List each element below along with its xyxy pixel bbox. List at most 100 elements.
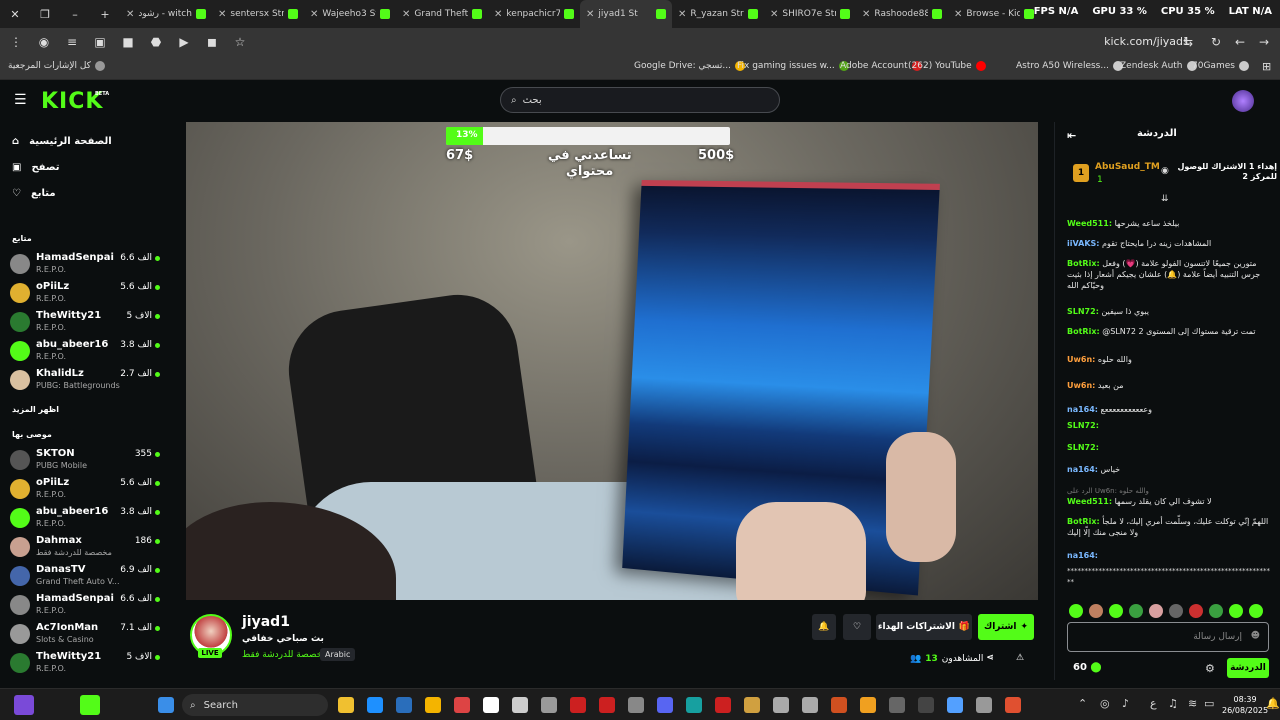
tray-arrow-icon[interactable]: ⌃ — [1078, 697, 1087, 710]
nav-heart[interactable]: ♡ متابع — [12, 188, 56, 199]
user-avatar[interactable] — [1232, 90, 1254, 112]
hamburger-menu-icon[interactable]: ☰ — [14, 92, 28, 108]
browser-tab[interactable]: ✕ Wajeeho3 St — [304, 0, 396, 28]
screenshot-icon[interactable]: ▣ — [88, 30, 112, 54]
chat-username[interactable]: Weed511 — [1067, 219, 1109, 228]
sidebar-channel[interactable]: abu_abeer16 R.E.P.O. 3.8 الف — [10, 337, 160, 365]
nav-browse[interactable]: ▣ تصفح — [12, 162, 59, 173]
emote-icon[interactable] — [1209, 604, 1223, 618]
taskbar-app-icon[interactable] — [367, 697, 383, 713]
volume-icon[interactable]: ♫ — [1168, 697, 1178, 710]
taskbar-app-icon[interactable] — [396, 697, 412, 713]
bookmark-star-icon[interactable]: ☆ — [228, 30, 252, 54]
bookmark-item[interactable]: 70Games — [1192, 61, 1249, 71]
emote-icon[interactable] — [1089, 604, 1103, 618]
browser-tab[interactable]: ✕ jiyad1 St — [580, 0, 672, 28]
share-icon[interactable]: ⋖ — [982, 650, 998, 666]
taskbar-search[interactable]: ⌕ Search — [182, 694, 328, 716]
emoji-icon[interactable]: ☻ — [1251, 631, 1260, 641]
sidebar-channel[interactable]: DanasTV Grand Theft Auto V... 6.9 الف — [10, 562, 160, 590]
taskbar-app-icon[interactable] — [454, 697, 470, 713]
tab-close-icon[interactable]: ✕ — [218, 9, 226, 20]
taskbar-app-icon[interactable] — [541, 697, 557, 713]
forward-icon[interactable]: → — [1252, 30, 1276, 54]
browser-tab[interactable]: ✕ Rashoode88 — [856, 0, 948, 28]
battery-icon[interactable]: ▭ — [1204, 697, 1214, 710]
tab-close-icon[interactable]: ✕ — [862, 9, 870, 20]
sidebar-channel[interactable]: HamadSenpai R.E.P.O. 6.6 الف — [10, 250, 160, 278]
bookmark-item[interactable]: Zendesk Auth — [1120, 61, 1197, 71]
sidebar-channel[interactable]: abu_abeer16 R.E.P.O. 3.8 الف — [10, 504, 160, 532]
sidebar-channel[interactable]: TheWitty21 R.E.P.O. 5 الاف — [10, 308, 160, 336]
tray-app-icon[interactable]: ◎ — [1100, 697, 1110, 710]
emote-icon[interactable] — [1149, 604, 1163, 618]
nav-home[interactable]: ⌂ الصفحة الرئيسية — [12, 136, 112, 147]
chat-collapse-icon[interactable]: ⇤ — [1067, 129, 1076, 142]
taskbar-app-icon[interactable] — [715, 697, 731, 713]
chat-message-input[interactable]: إرسال رسالة ☻ — [1067, 622, 1269, 652]
bookmark-item[interactable]: Google Drive: تسجي... — [634, 61, 745, 71]
tab-close-icon[interactable]: ✕ — [678, 9, 686, 20]
video-player[interactable] — [186, 122, 1038, 600]
collapse-pinned-icon[interactable]: ⇊ — [1161, 194, 1169, 204]
channel-points[interactable]: 60 ⬤ — [1073, 662, 1102, 673]
taskbar-app-icon[interactable] — [628, 697, 644, 713]
chat-username[interactable]: na164 — [1067, 465, 1095, 474]
extensions-icon[interactable]: ≡ — [60, 30, 84, 54]
bookmark-item[interactable]: Fix gaming issues w... — [737, 61, 849, 71]
sidebar-channel[interactable]: SKTON PUBG Mobile 355 — [10, 446, 160, 474]
site-settings-icon[interactable]: ⇆ — [1176, 30, 1200, 54]
chat-username[interactable]: na164 — [1067, 405, 1095, 414]
youtube-ext-icon[interactable]: ▶ — [172, 30, 196, 54]
extension-icon[interactable]: ■ — [116, 30, 140, 54]
chat-username[interactable]: Uw6n — [1067, 355, 1092, 364]
reload-icon[interactable]: ↻ — [1204, 30, 1228, 54]
wifi-icon[interactable]: ≋ — [1188, 697, 1197, 710]
bookmark-item[interactable]: كل الإشارات المرجعية — [8, 61, 105, 71]
bookmark-item[interactable]: (262) YouTube — [908, 61, 986, 71]
taskbar-app-icon[interactable] — [831, 697, 847, 713]
browser-tab[interactable]: ✕ SHIRO7e Str — [764, 0, 856, 28]
search-input[interactable]: ⌕ بحث — [500, 87, 780, 113]
taskbar-app-icon[interactable] — [918, 697, 934, 713]
leaderboard-user[interactable]: AbuSaud_TM — [1095, 162, 1160, 172]
emote-icon[interactable] — [1189, 604, 1203, 618]
notifications-icon[interactable]: 🔔 — [1266, 697, 1280, 710]
sidebar-channel[interactable]: oPiiLz R.E.P.O. 5.6 الف — [10, 475, 160, 503]
record-icon[interactable]: ◼ — [200, 30, 224, 54]
taskbar-app-icon[interactable] — [860, 697, 876, 713]
taskbar-app-icon[interactable] — [976, 697, 992, 713]
stream-category[interactable]: مخصصة للدردشة فقط — [242, 650, 327, 660]
emote-icon[interactable] — [1069, 604, 1083, 618]
window-restore-icon[interactable]: ❐ — [30, 0, 60, 28]
kick-tray-icon[interactable] — [80, 695, 100, 715]
stream-language-tag[interactable]: Arabic — [320, 648, 356, 661]
taskbar-app-icon[interactable] — [686, 697, 702, 713]
taskbar-app-icon[interactable] — [889, 697, 905, 713]
chat-username[interactable]: SLN72 — [1067, 443, 1096, 452]
browser-tab[interactable]: ✕ kenpachicr7 — [488, 0, 580, 28]
emote-icon[interactable] — [1249, 604, 1263, 618]
chat-username[interactable]: BotRix — [1067, 517, 1096, 526]
menu-dots-icon[interactable]: ⋮ — [4, 30, 28, 54]
chat-username[interactable]: iiVAKS — [1067, 239, 1096, 248]
taskbar-app-icon[interactable] — [1005, 697, 1021, 713]
taskbar-app-icon[interactable] — [425, 697, 441, 713]
taskbar-app-icon[interactable] — [338, 697, 354, 713]
tab-close-icon[interactable]: ✕ — [494, 9, 502, 20]
subscribe-button[interactable]: اشتراك ✦ — [978, 614, 1034, 640]
browser-tab[interactable]: ✕ Browse - Kic — [948, 0, 1040, 28]
browser-tab[interactable]: ✕ R_yazan Stre — [672, 0, 764, 28]
chat-username[interactable]: Weed511 — [1067, 497, 1109, 506]
emote-icon[interactable] — [1229, 604, 1243, 618]
tab-close-icon[interactable]: ✕ — [402, 9, 410, 20]
window-close-icon[interactable]: ✕ — [0, 0, 30, 28]
sidebar-channel[interactable]: TheWitty21 R.E.P.O. 5 الاف — [10, 649, 160, 677]
bookmarks-grid-icon[interactable]: ⊞ — [1262, 60, 1271, 73]
chat-settings-icon[interactable]: ⚙ — [1205, 662, 1215, 675]
profile-icon[interactable]: ◉ — [32, 30, 56, 54]
gift-subs-button[interactable]: الاشتراكات الهداء 🎁 — [876, 614, 972, 640]
streamer-name[interactable]: jiyad1 — [242, 614, 290, 630]
chat-username[interactable]: Uw6n — [1067, 381, 1092, 390]
chat-username[interactable]: SLN72 — [1067, 307, 1096, 316]
